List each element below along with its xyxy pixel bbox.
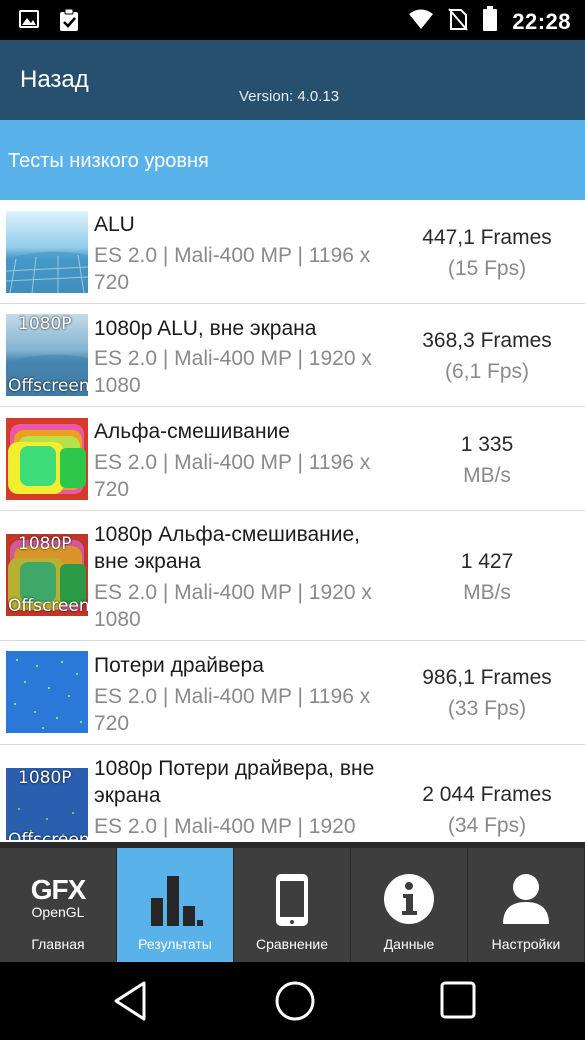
- test-subtitle: ES 2.0 | Mali-400 MP | 1920 x 1080: [94, 347, 372, 397]
- test-title: 1080p Потери драйвера, вне экрана: [94, 757, 375, 807]
- test-results-list[interactable]: ALU ES 2.0 | Mali-400 MP | 1196 x 720 44…: [0, 200, 585, 840]
- back-button[interactable]: Назад: [20, 66, 89, 94]
- test-score: 2 044 Frames: [422, 783, 552, 806]
- image-icon: [18, 8, 40, 37]
- gfx-opengl-logo: GFX OpenGL: [30, 874, 87, 921]
- tab-label: Главная: [31, 936, 85, 952]
- tab-label: Настройки: [491, 936, 561, 952]
- phone-icon: [234, 872, 350, 928]
- test-row-driver-overhead-1080p[interactable]: 1080P Offscreen 1080p Потери драйвера, в…: [0, 745, 585, 840]
- test-subtitle: ES 2.0 | Mali-400 MP | 1920 x 1080: [94, 581, 372, 631]
- test-fps: (33 Fps): [447, 697, 527, 720]
- no-sim-icon: [448, 7, 468, 36]
- test-subtitle: ES 2.0 | Mali-400 MP | 1920: [94, 815, 356, 838]
- tab-settings[interactable]: Настройки: [468, 848, 585, 962]
- test-score: 1 335: [460, 433, 514, 456]
- test-row-alpha-blend-1080p[interactable]: 1080P Offscreen 1080p Альфа-смешивание, …: [0, 511, 585, 641]
- test-title: ALU: [94, 213, 135, 236]
- test-title: 1080p Альфа-смешивание, вне экрана: [94, 523, 361, 573]
- recents-icon[interactable]: [439, 980, 477, 1025]
- section-header: Тесты низкого уровня: [0, 120, 585, 200]
- tab-label: Данные: [383, 936, 435, 952]
- test-score: 1 427: [460, 550, 514, 573]
- wifi-icon: [408, 8, 434, 35]
- test-row-alpha-blend[interactable]: Альфа-смешивание ES 2.0 | Mali-400 MP | …: [0, 407, 585, 511]
- alpha-blend-thumbnail: [6, 418, 88, 500]
- user-icon: [468, 872, 584, 926]
- test-fps: (34 Fps): [447, 814, 527, 837]
- test-row-alu-1080p[interactable]: 1080P Offscreen 1080p ALU, вне экрана ES…: [0, 304, 585, 407]
- tab-compare[interactable]: Сравнение: [234, 848, 351, 962]
- test-title: Альфа-смешивание: [94, 420, 290, 443]
- driver-overhead-thumbnail: [6, 651, 88, 733]
- home-icon[interactable]: [274, 980, 316, 1027]
- test-subtitle: ES 2.0 | Mali-400 MP | 1196 x 720: [94, 451, 371, 501]
- test-unit: MB/s: [463, 581, 511, 604]
- bottom-tab-bar: GFX OpenGL Главная Результаты Сравнение: [0, 842, 585, 962]
- test-row-alu[interactable]: ALU ES 2.0 | Mali-400 MP | 1196 x 720 44…: [0, 200, 585, 304]
- tab-label: Сравнение: [256, 936, 328, 952]
- system-nav-bar: [0, 962, 585, 1040]
- back-icon[interactable]: [112, 980, 148, 1027]
- test-fps: (6,1 Fps): [444, 360, 530, 383]
- alpha-blend-offscreen-thumbnail: 1080P Offscreen: [6, 534, 88, 616]
- tab-info[interactable]: Данные: [351, 848, 468, 962]
- tab-home[interactable]: GFX OpenGL Главная: [0, 848, 117, 962]
- driver-overhead-offscreen-thumbnail: 1080P Offscreen: [6, 768, 88, 840]
- battery-icon: [482, 6, 498, 37]
- test-subtitle: ES 2.0 | Mali-400 MP | 1196 x 720: [94, 244, 371, 294]
- test-title: 1080p ALU, вне экрана: [94, 317, 317, 340]
- badge-1080p: 1080P: [18, 534, 72, 554]
- section-title: Тесты низкого уровня: [8, 150, 209, 172]
- alu-offscreen-thumbnail: 1080P Offscreen: [6, 314, 88, 396]
- app-bar: Назад Version: 4.0.13: [0, 40, 585, 120]
- status-bar: 22:28: [0, 0, 585, 40]
- tab-results[interactable]: Результаты: [117, 848, 234, 962]
- test-row-driver-overhead[interactable]: Потери драйвера ES 2.0 | Mali-400 MP | 1…: [0, 641, 585, 745]
- version-label: Version: 4.0.13: [239, 88, 340, 105]
- alu-thumbnail: [6, 211, 88, 293]
- badge-1080p: 1080P: [18, 768, 72, 788]
- test-score: 447,1 Frames: [422, 226, 552, 249]
- badge-offscreen: Offscreen: [8, 596, 88, 616]
- clock: 22:28: [512, 8, 571, 34]
- clipboard-check-icon: [58, 8, 80, 37]
- bar-chart-icon: [117, 874, 233, 928]
- test-unit: MB/s: [463, 464, 511, 487]
- info-icon: [351, 872, 467, 926]
- badge-offscreen: Offscreen: [8, 830, 88, 840]
- test-score: 368,3 Frames: [422, 329, 552, 352]
- badge-1080p: 1080P: [18, 314, 72, 334]
- test-subtitle: ES 2.0 | Mali-400 MP | 1196 x 720: [94, 685, 371, 735]
- test-title: Потери драйвера: [94, 654, 264, 677]
- test-score: 986,1 Frames: [422, 666, 552, 689]
- badge-offscreen: Offscreen: [8, 376, 88, 396]
- tab-label: Результаты: [138, 936, 212, 952]
- test-fps: (15 Fps): [447, 257, 527, 280]
